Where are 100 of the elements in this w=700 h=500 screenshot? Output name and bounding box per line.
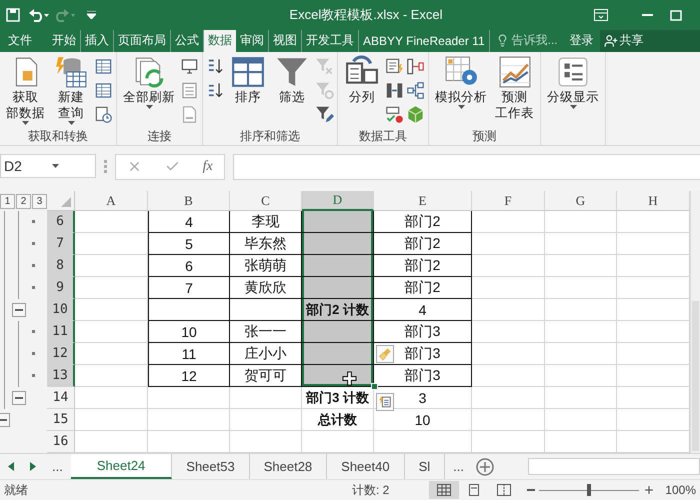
column-header[interactable]: B <box>148 191 230 212</box>
ribbon-button[interactable]: 排序 <box>227 54 269 107</box>
group-label: 数据工具 <box>358 128 408 145</box>
more-sheets-button[interactable]: ... <box>44 454 71 480</box>
previous-sheet-icon[interactable] <box>8 462 14 472</box>
selection-summary: 计数: 2 <box>352 482 390 499</box>
table-cell: 10 <box>374 409 472 432</box>
table-cell: 6 <box>148 255 230 278</box>
funnel-x-icon <box>315 56 334 76</box>
view-button[interactable] <box>429 481 460 500</box>
collapse-button[interactable] <box>12 303 26 318</box>
row-header[interactable]: 8 <box>47 255 75 278</box>
table-cell <box>545 211 617 234</box>
ribbon-button[interactable]: 新建 查询 <box>50 54 92 127</box>
zoom-in-icon[interactable] <box>643 484 656 496</box>
ribbon-button[interactable]: 预测 工作表 <box>492 54 537 123</box>
outline-level-button[interactable]: 2 <box>16 194 31 209</box>
zoom-level[interactable]: 100% <box>665 483 696 498</box>
lightbulb-icon <box>496 34 509 48</box>
row-header[interactable]: 6 <box>47 211 75 234</box>
columns-arrow-icon <box>385 80 404 100</box>
more-sheets-button[interactable]: ... <box>445 454 472 480</box>
share-button[interactable]: 共享 <box>600 30 700 52</box>
maximize-icon[interactable] <box>670 10 682 20</box>
column-header[interactable]: A <box>75 191 148 212</box>
table-cell <box>230 299 302 322</box>
insert-function-button[interactable]: fx <box>202 158 213 175</box>
row-header[interactable]: 15 <box>47 409 75 432</box>
column-header[interactable]: C <box>230 191 302 212</box>
column-header[interactable]: H <box>617 191 690 212</box>
table-cell: 总计数 <box>302 409 374 432</box>
grip-icon <box>104 158 107 173</box>
ribbon-button[interactable]: 全部刷新 <box>120 54 178 111</box>
page-icon <box>467 484 482 496</box>
ribbon-button[interactable]: 分级显示 <box>544 54 602 111</box>
ribbon-display-icon[interactable] <box>594 9 608 21</box>
minimize-icon[interactable] <box>642 14 652 16</box>
caret-icon <box>22 120 29 125</box>
database-icon <box>54 54 88 89</box>
horizontal-scrollbar[interactable] <box>528 458 700 476</box>
row-header[interactable]: 16 <box>47 431 75 454</box>
column-header[interactable]: G <box>545 191 617 212</box>
menu-tab[interactable]: 数据 <box>204 30 236 52</box>
tell-me-field[interactable]: 告诉我... <box>490 30 564 52</box>
row-header[interactable]: 7 <box>47 233 75 256</box>
zoom-out-icon[interactable] <box>527 489 536 492</box>
table-cell <box>230 409 302 432</box>
fill-handle[interactable] <box>371 383 378 390</box>
vertical-scrollbar[interactable] <box>690 191 700 454</box>
table-cell: 张一一 <box>230 321 302 344</box>
cube-icon <box>406 104 425 124</box>
row-header[interactable]: 10 <box>47 299 75 322</box>
table-cell: 11 <box>148 343 230 366</box>
outline-level-button[interactable]: 3 <box>32 194 47 209</box>
name-box[interactable]: D2 <box>0 154 96 178</box>
ribbon-button[interactable]: 获取 部数据 <box>3 54 48 127</box>
table-cell: 毕东然 <box>230 233 302 256</box>
row-header[interactable]: 14 <box>47 387 75 410</box>
group-label: 连接 <box>146 128 172 145</box>
row-header[interactable]: 12 <box>47 343 75 366</box>
outline-level-button[interactable]: 1 <box>0 194 15 209</box>
column-header[interactable]: D <box>302 191 374 212</box>
table-cell: 部门3 <box>374 321 472 344</box>
clock-icon <box>94 104 113 124</box>
table-cell: 部门2 <box>374 233 472 256</box>
table-cell <box>545 277 617 300</box>
collapse-button[interactable] <box>0 413 10 428</box>
table-cell: 部门2 <box>374 211 472 234</box>
formula-input[interactable] <box>233 154 700 180</box>
row-header[interactable]: 13 <box>47 365 75 388</box>
undo-icon[interactable] <box>28 8 50 22</box>
sign-in-link[interactable]: 登录 <box>564 30 600 52</box>
row-header[interactable]: 11 <box>47 321 75 344</box>
group-label: 排序和筛选 <box>239 128 301 145</box>
ribbon-button[interactable]: 筛选 <box>271 54 313 107</box>
table-cell: 部门2 计数 <box>302 299 374 322</box>
table-cell: 5 <box>148 233 230 256</box>
next-sheet-icon[interactable] <box>30 462 36 472</box>
row-header[interactable]: 9 <box>47 277 75 300</box>
quick-analysis-button[interactable] <box>376 393 394 412</box>
ribbon-button[interactable]: 模拟分析 <box>432 54 490 111</box>
table-cell: 部门2 <box>374 277 472 300</box>
sheet-tab[interactable]: Sheet24 <box>70 454 172 480</box>
triangle-icon <box>61 197 71 208</box>
add-sheet-icon[interactable] <box>476 458 494 476</box>
customize-icon[interactable] <box>86 11 96 19</box>
ribbon-button[interactable]: 分列 <box>341 54 383 107</box>
table-cell: 7 <box>148 277 230 300</box>
window-title: Excel教程模板.xlsx - Excel <box>288 6 444 24</box>
table-cell <box>545 233 617 256</box>
table-cell <box>545 321 617 344</box>
paint-brush-icon <box>378 347 392 362</box>
menu-tab[interactable]: 文件 <box>0 30 48 52</box>
collapse-button[interactable] <box>12 391 26 406</box>
zoom-thumb[interactable] <box>587 484 592 496</box>
save-icon[interactable] <box>6 8 20 22</box>
column-header[interactable]: E <box>374 191 472 212</box>
column-header[interactable]: F <box>472 191 545 212</box>
caret-icon <box>52 164 59 168</box>
table-cell: 12 <box>148 365 230 388</box>
